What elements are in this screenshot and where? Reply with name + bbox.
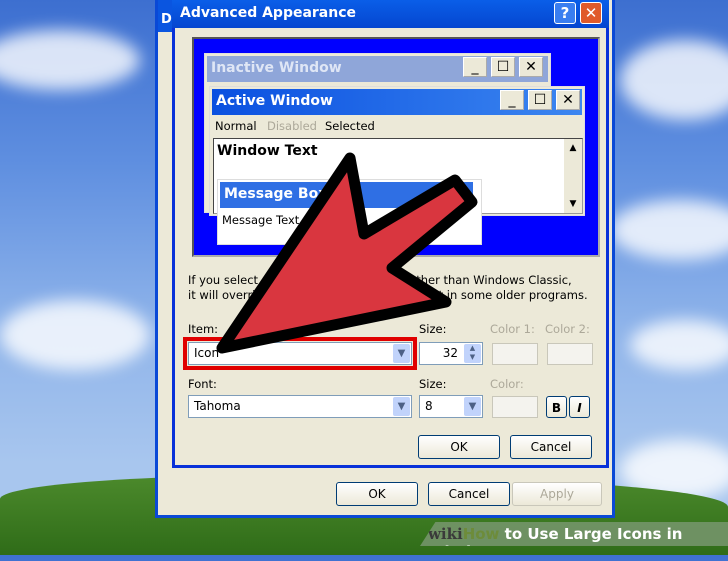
wikihow-watermark: wikiHow to Use Large Icons in Windows XP (420, 522, 728, 546)
watermark-wiki: wiki (428, 525, 463, 543)
arrow-icon (216, 152, 478, 354)
watermark-how: How (462, 525, 500, 543)
red-arrow-annotation (216, 152, 478, 354)
